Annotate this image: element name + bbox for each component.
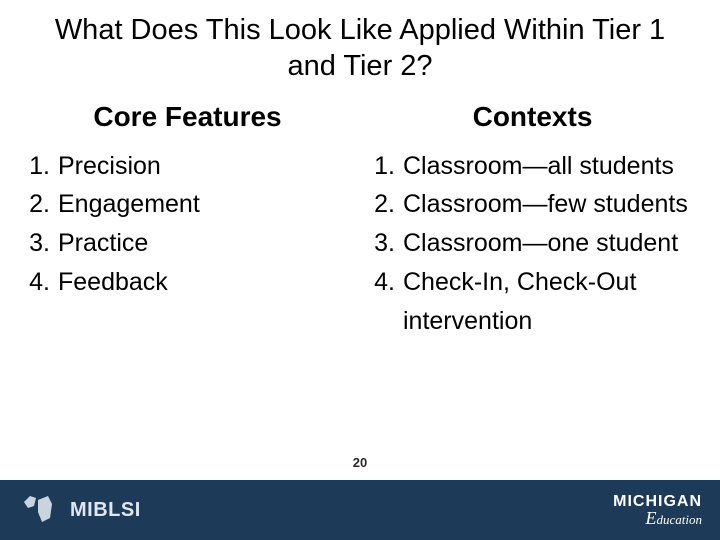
item-number: 4. xyxy=(26,263,58,302)
left-column-heading: Core Features xyxy=(20,93,355,147)
item-text: Classroom—all students xyxy=(403,147,700,186)
item-text: Engagement xyxy=(58,185,355,224)
footer-bar: MIBLSI MICHIGAN Education xyxy=(0,480,720,540)
item-number: 4. xyxy=(371,263,403,341)
left-column: Core Features 1.Precision 2.Engagement 3… xyxy=(20,93,355,481)
item-number: 1. xyxy=(371,147,403,186)
education-logo-text: Education xyxy=(646,509,703,527)
page-number: 20 xyxy=(353,455,367,470)
right-brand: MICHIGAN Education xyxy=(613,494,702,527)
slide-title: What Does This Look Like Applied Within … xyxy=(0,0,720,93)
list-item: 3.Practice xyxy=(26,224,355,263)
item-number: 3. xyxy=(26,224,58,263)
item-number: 1. xyxy=(26,147,58,186)
michigan-map-icon xyxy=(18,488,60,533)
miblsi-logo-text: MIBLSI xyxy=(70,499,141,522)
columns-container: Core Features 1.Precision 2.Engagement 3… xyxy=(0,93,720,481)
item-text: Classroom—few students xyxy=(403,185,700,224)
item-text: Precision xyxy=(58,147,355,186)
slide: What Does This Look Like Applied Within … xyxy=(0,0,720,540)
item-text: Practice xyxy=(58,224,355,263)
list-item: 1.Classroom—all students xyxy=(371,147,700,186)
contexts-list: 1.Classroom—all students 2.Classroom—few… xyxy=(365,147,700,341)
item-number: 3. xyxy=(371,224,403,263)
item-number: 2. xyxy=(371,185,403,224)
left-brand: MIBLSI xyxy=(18,488,141,533)
list-item: 3.Classroom—one student xyxy=(371,224,700,263)
item-text: Classroom—one student xyxy=(403,224,700,263)
michigan-logo-text: MICHIGAN xyxy=(613,494,702,510)
item-number: 2. xyxy=(26,185,58,224)
list-item: 2.Classroom—few students xyxy=(371,185,700,224)
core-features-list: 1.Precision 2.Engagement 3.Practice 4.Fe… xyxy=(20,147,355,302)
list-item: 2.Engagement xyxy=(26,185,355,224)
item-text: Feedback xyxy=(58,263,355,302)
right-column-heading: Contexts xyxy=(365,93,700,147)
item-text: Check-In, Check-Out intervention xyxy=(403,263,700,341)
list-item: 1.Precision xyxy=(26,147,355,186)
right-column: Contexts 1.Classroom—all students 2.Clas… xyxy=(365,93,700,481)
list-item: 4.Check-In, Check-Out intervention xyxy=(371,263,700,341)
list-item: 4.Feedback xyxy=(26,263,355,302)
